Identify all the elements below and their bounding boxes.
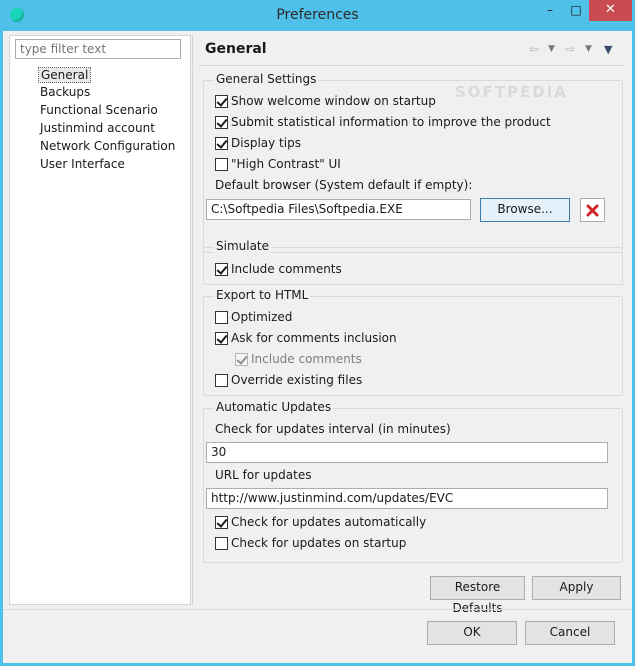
optimized-checkbox[interactable]: Optimized: [215, 309, 292, 325]
back-history-dropdown-icon[interactable]: ▼: [548, 44, 555, 54]
default-browser-field[interactable]: C:\Softpedia Files\Softpedia.EXE: [206, 199, 471, 220]
checkbox-checked-icon[interactable]: [215, 262, 228, 276]
checkbox-checked-icon[interactable]: [215, 115, 228, 129]
cancel-button[interactable]: Cancel: [525, 621, 615, 645]
update-url-label: URL for updates: [215, 468, 312, 482]
back-arrow-icon[interactable]: ⇦: [529, 42, 539, 56]
simulate-include-comments-checkbox[interactable]: Include comments: [215, 261, 342, 277]
default-browser-label: Default browser (System default if empty…: [215, 178, 473, 192]
checkbox-unchecked-icon[interactable]: [215, 536, 228, 550]
tree-item-network-configuration[interactable]: Network Configuration: [38, 139, 177, 155]
high-contrast-checkbox[interactable]: "High Contrast" UI: [215, 156, 341, 172]
close-button[interactable]: ✕: [589, 0, 632, 21]
group-title: Automatic Updates: [214, 400, 334, 414]
update-url-field[interactable]: http://www.justinmind.com/updates/EVC: [206, 488, 608, 509]
preference-page: General ⇦ ▼ ⇨ ▼ ▼ SOFTPEDIA General Sett…: [192, 35, 633, 615]
checkbox-label: Include comments: [231, 262, 342, 276]
checkbox-checked-icon[interactable]: [215, 94, 228, 108]
automatic-updates-group: Automatic Updates Check for updates inte…: [203, 400, 623, 563]
display-tips-checkbox[interactable]: Display tips: [215, 135, 301, 151]
check-updates-startup-checkbox[interactable]: Check for updates on startup: [215, 535, 406, 551]
group-title: Simulate: [214, 239, 272, 253]
preferences-window: Preferences – □ ✕ General Backups Functi…: [0, 0, 635, 666]
checkbox-unchecked-icon[interactable]: [215, 157, 228, 171]
page-header: General ⇦ ▼ ⇨ ▼ ▼: [193, 35, 633, 63]
checkbox-unchecked-icon[interactable]: [215, 373, 228, 387]
tree-item-functional-scenario[interactable]: Functional Scenario: [38, 103, 160, 119]
update-interval-field[interactable]: 30: [206, 442, 608, 463]
ok-button[interactable]: OK: [427, 621, 517, 645]
minimize-button[interactable]: –: [537, 0, 563, 21]
checkbox-label: Submit statistical information to improv…: [231, 115, 551, 129]
override-files-checkbox[interactable]: Override existing files: [215, 372, 362, 388]
checkbox-label: Ask for comments inclusion: [231, 331, 397, 345]
apply-button[interactable]: Apply: [532, 576, 621, 600]
checkbox-label: Override existing files: [231, 373, 363, 387]
maximize-button[interactable]: □: [563, 0, 589, 21]
ask-comments-checkbox[interactable]: Ask for comments inclusion: [215, 330, 397, 346]
filter-input[interactable]: [15, 39, 181, 59]
checkbox-label: Check for updates automatically: [231, 515, 427, 529]
general-settings-group: General Settings Show welcome window on …: [203, 72, 623, 253]
checkbox-label: Include comments: [251, 352, 362, 366]
clear-browser-button[interactable]: [580, 198, 605, 222]
page-title: General: [205, 41, 267, 57]
checkbox-label: Display tips: [231, 136, 301, 150]
checkbox-checked-icon[interactable]: [235, 352, 248, 366]
simulate-group: Simulate Include comments: [203, 239, 623, 285]
forward-history-dropdown-icon[interactable]: ▼: [585, 44, 592, 54]
checkbox-checked-icon[interactable]: [215, 515, 228, 529]
group-title: Export to HTML: [214, 288, 311, 302]
checkbox-unchecked-icon[interactable]: [215, 310, 228, 324]
checkbox-label: "High Contrast" UI: [231, 157, 341, 171]
tree-item-backups[interactable]: Backups: [38, 85, 92, 101]
dialog-client-area: General Backups Functional Scenario Just…: [3, 31, 632, 663]
check-updates-automatically-checkbox[interactable]: Check for updates automatically: [215, 514, 426, 530]
footer-separator: [3, 609, 632, 610]
restore-defaults-button[interactable]: Restore Defaults: [430, 576, 525, 615]
tree-item-user-interface[interactable]: User Interface: [38, 157, 127, 173]
export-html-group: Export to HTML Optimized Ask for comment…: [203, 288, 623, 396]
checkbox-label: Check for updates on startup: [231, 536, 407, 550]
group-title: General Settings: [214, 72, 319, 86]
red-x-icon: [586, 204, 599, 217]
checkbox-label: Show welcome window on startup: [231, 94, 436, 108]
view-menu-icon[interactable]: ▼: [604, 43, 612, 56]
tree-item-general[interactable]: General: [38, 67, 92, 83]
show-welcome-checkbox[interactable]: Show welcome window on startup: [215, 93, 436, 109]
title-bar[interactable]: Preferences – □ ✕: [0, 0, 635, 31]
checkbox-label: Optimized: [231, 310, 293, 324]
browse-button[interactable]: Browse...: [480, 198, 570, 222]
checkbox-checked-icon[interactable]: [215, 331, 228, 345]
checkbox-checked-icon[interactable]: [215, 136, 228, 150]
preference-tree-panel: General Backups Functional Scenario Just…: [9, 35, 191, 605]
interval-label: Check for updates interval (in minutes): [215, 422, 451, 436]
forward-arrow-icon[interactable]: ⇨: [565, 42, 575, 56]
submit-statistics-checkbox[interactable]: Submit statistical information to improv…: [215, 114, 551, 130]
header-separator: [199, 65, 624, 66]
export-include-comments-checkbox[interactable]: Include comments: [235, 351, 362, 367]
tree-item-justinmind-account[interactable]: Justinmind account: [38, 121, 157, 137]
